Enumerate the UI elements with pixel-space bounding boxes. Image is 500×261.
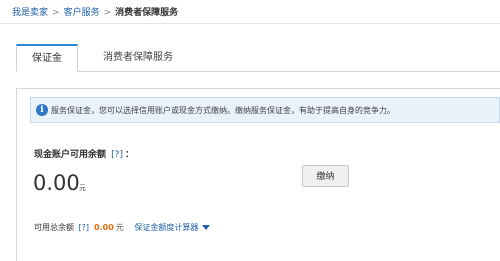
caret-down-icon [202,225,211,230]
header-divider [0,23,500,24]
cash-balance-label: 现金账户可用余额 [34,150,107,160]
deposit-calculator-link[interactable]: 保证金额度计算器 [134,223,211,232]
total-balance-amount: 0.00 [94,223,114,232]
notice-text: 服务保证金，您可以选择信用账户或现金方式缴纳。缴纳服务保证金，有助于提高自身的竞… [51,106,395,115]
breadcrumb-separator: > [103,8,112,18]
breadcrumb-link-customer-service[interactable]: 客户服务 [64,8,100,18]
tab-consumer-protection[interactable]: 消费者保障服务 [90,44,186,71]
breadcrumb-link-seller[interactable]: 我是卖家 [12,8,48,18]
tab-deposit[interactable]: 保证金 [16,44,78,72]
breadcrumb-separator: > [52,8,60,18]
cash-balance-help-link[interactable]: [?] [109,150,125,160]
page: 我是卖家 > 客户服务 > 消费者保障服务 保证金 消费者保障服务 i 服务保证金，您可… [0,0,500,261]
cash-balance-unit: 元 [79,184,86,192]
breadcrumb: 我是卖家 > 客户服务 > 消费者保障服务 [12,5,178,18]
total-balance-help-link[interactable]: [?] [77,223,92,232]
deposit-calculator-label: 保证金额度计算器 [134,223,199,232]
tab-bar: 保证金 消费者保障服务 [16,44,500,72]
total-balance-unit: 元 [115,223,124,232]
label-colon: ： [124,150,134,160]
cash-balance-label-row: 现金账户可用余额 [?]： [34,147,134,160]
total-balance-label: 可用总余额 [34,223,74,232]
cash-balance-amount: 0.00 [33,171,80,195]
pay-deposit-button[interactable]: 缴纳 [302,165,349,187]
total-balance-row: 可用总余额 [?] 0.00 元 保证金额度计算器 [34,222,211,233]
info-notice: i 服务保证金，您可以选择信用账户或现金方式缴纳。缴纳服务保证金，有助于提高自身… [30,97,500,123]
breadcrumb-current-page: 消费者保障服务 [115,8,179,18]
info-icon: i [36,104,48,116]
